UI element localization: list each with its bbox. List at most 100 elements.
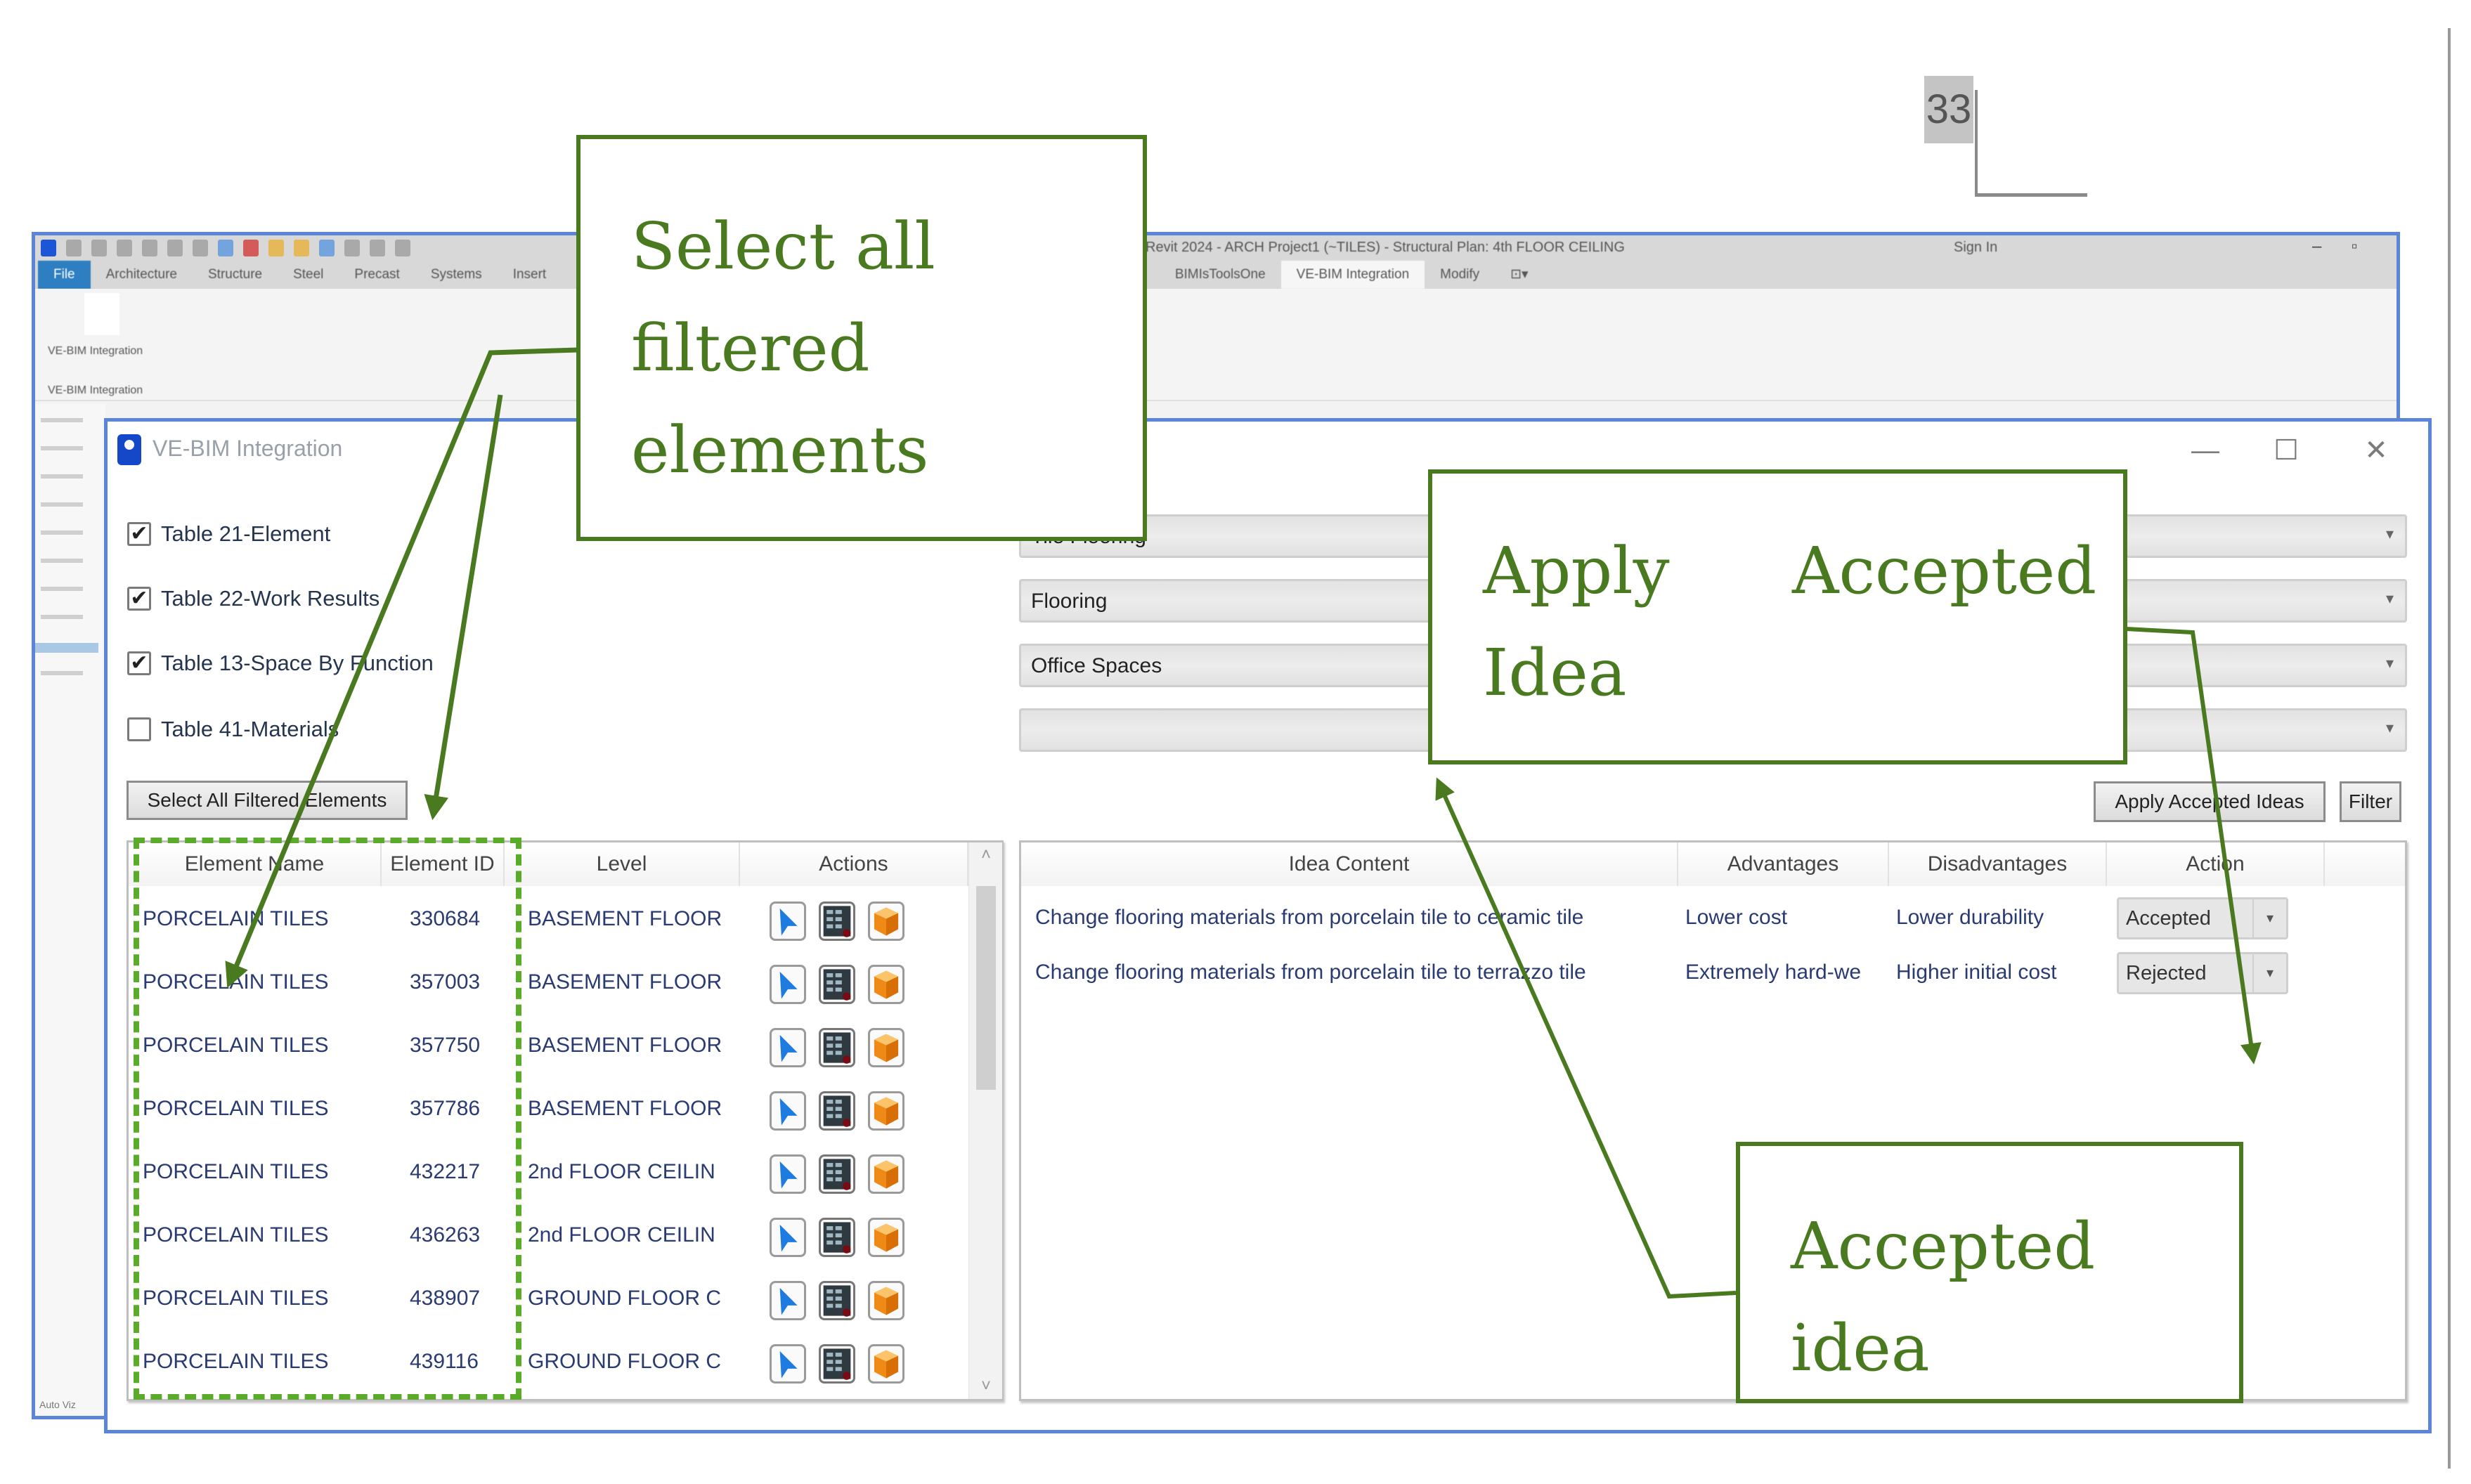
schedule-icon[interactable] (819, 1344, 855, 1384)
selected-view[interactable] (35, 643, 98, 653)
idea-row[interactable]: Change flooring materials from porcelain… (1021, 945, 2406, 1000)
checkbox[interactable] (127, 717, 151, 741)
select-element-icon[interactable] (770, 1028, 806, 1067)
3d-icon[interactable] (294, 240, 309, 256)
tab-systems[interactable]: Systems (415, 261, 498, 289)
3d-view-icon[interactable] (868, 1028, 904, 1067)
align-icon[interactable] (319, 240, 335, 256)
3d-view-icon[interactable] (868, 902, 904, 941)
tab-bimistools[interactable]: BIMIsToolsOne (1160, 261, 1281, 289)
filter-table-21[interactable]: ✔ Table 21-Element (127, 521, 330, 547)
select-element-icon[interactable] (770, 1218, 806, 1257)
schedule-icon[interactable] (819, 1281, 855, 1320)
3d-view-icon[interactable] (868, 965, 904, 1004)
callout-text: idea (1791, 1310, 1930, 1386)
3d-view-icon[interactable] (868, 1218, 904, 1257)
column-header[interactable]: Disadvantages (1889, 842, 2107, 886)
check-icon: ✔ (130, 587, 148, 610)
undo-icon[interactable] (91, 240, 107, 256)
close-button[interactable]: ✕ (2355, 433, 2397, 468)
3d-view-icon[interactable] (868, 1281, 904, 1320)
select-element-icon[interactable] (770, 1091, 806, 1131)
checkbox[interactable]: ✔ (127, 522, 151, 546)
select-element-icon[interactable] (770, 902, 806, 941)
scrollbar[interactable]: ˄ ˅ (968, 842, 1002, 1399)
column-header[interactable]: Level (505, 842, 740, 886)
scroll-down-icon[interactable]: ˅ (969, 1376, 1003, 1396)
measure-icon[interactable] (218, 240, 233, 256)
open-icon[interactable] (66, 240, 82, 256)
filter-button[interactable]: Filter (2340, 781, 2401, 822)
text-icon[interactable] (370, 240, 385, 256)
tab-insert[interactable]: Insert (498, 261, 562, 289)
checkbox-label: Table 13-Space By Function (161, 651, 434, 675)
select-element-icon[interactable] (770, 1154, 806, 1194)
select-element-icon[interactable] (770, 965, 806, 1004)
schedule-icon[interactable] (819, 1154, 855, 1194)
filter-table-22[interactable]: ✔ Table 22-Work Results (127, 586, 380, 611)
ribbon-tabs: File Architecture Structure Steel Precas… (35, 261, 2397, 289)
select-all-filtered-button[interactable]: Select All Filtered Elements (127, 781, 408, 820)
filter-table-13[interactable]: ✔ Table 13-Space By Function (127, 651, 434, 676)
column-header[interactable]: Idea Content (1021, 842, 1678, 886)
idea-disadvantages: Higher initial cost (1896, 961, 2057, 984)
filter-table-41[interactable]: Table 41-Materials (127, 717, 339, 742)
tab-more[interactable]: ⊡▾ (1495, 261, 1543, 289)
tab-ve-bim-integration[interactable]: VE-BIM Integration (1280, 261, 1425, 289)
idea-action-select[interactable]: Accepted ▾ (2117, 897, 2288, 939)
tab-architecture[interactable]: Architecture (91, 261, 193, 289)
scroll-thumb[interactable] (976, 886, 996, 1090)
schedule-icon[interactable] (819, 965, 855, 1004)
tab-modify[interactable]: Modify (1425, 261, 1495, 289)
sign-in-link[interactable]: Sign In (1954, 240, 1997, 256)
revit-title-bar: Revit 2024 - ARCH Project1 (~TILES) - St… (35, 235, 2397, 276)
schedule-icon[interactable] (819, 1028, 855, 1067)
callout-select-all: Select all filtered elements (576, 135, 1147, 541)
3d-view-icon[interactable] (868, 1154, 904, 1194)
idea-action-select[interactable]: Rejected ▾ (2117, 952, 2288, 994)
check-icon: ✔ (130, 522, 148, 545)
sync-icon[interactable] (142, 240, 157, 256)
filtered-elements-highlight (134, 838, 521, 1400)
quick-access-toolbar (41, 238, 410, 258)
settings-icon[interactable] (395, 240, 410, 256)
schedule-icon[interactable] (819, 1091, 855, 1131)
apply-accepted-ideas-button[interactable]: Apply Accepted Ideas (2094, 781, 2326, 822)
tab-structure[interactable]: Structure (193, 261, 278, 289)
chevron-down-icon: ▾ (2385, 719, 2394, 736)
3d-view-icon[interactable] (868, 1091, 904, 1131)
tag-icon[interactable] (243, 240, 259, 256)
idea-row[interactable]: Change flooring materials from porcelain… (1021, 890, 2406, 945)
schedule-icon[interactable] (819, 1218, 855, 1257)
callout-text: Accepted (1792, 533, 2097, 608)
tab-file[interactable]: File (38, 261, 91, 289)
tab-precast[interactable]: Precast (339, 261, 415, 289)
checkbox[interactable]: ✔ (127, 651, 151, 675)
app-icon (117, 434, 141, 465)
select-element-icon[interactable] (770, 1344, 806, 1384)
tab-steel[interactable]: Steel (278, 261, 339, 289)
dialog-title: VE-BIM Integration (153, 436, 343, 461)
idea-content: Change flooring materials from porcelain… (1035, 961, 1586, 984)
save-icon[interactable] (117, 240, 132, 256)
select-element-icon[interactable] (770, 1281, 806, 1320)
section-icon[interactable] (268, 240, 284, 256)
column-header[interactable]: Advantages (1678, 842, 1889, 886)
dimension-icon[interactable] (344, 240, 360, 256)
idea-advantages: Lower cost (1685, 906, 1788, 929)
checkbox[interactable]: ✔ (127, 587, 151, 611)
revit-logo-icon[interactable] (41, 240, 56, 256)
3d-view-icon[interactable] (868, 1344, 904, 1384)
page-edge (2448, 28, 2451, 1469)
ve-bim-ribbon-button[interactable] (84, 293, 119, 335)
schedule-icon[interactable] (819, 902, 855, 941)
column-header[interactable]: Action (2107, 842, 2325, 886)
callout-text: Idea (1483, 635, 1627, 710)
redo-icon[interactable] (167, 240, 183, 256)
chevron-down-icon: ▾ (2385, 525, 2394, 542)
minimize-button[interactable]: — (2184, 433, 2226, 468)
column-header[interactable]: Actions (740, 842, 968, 886)
maximize-button[interactable]: ☐ (2265, 433, 2307, 468)
print-icon[interactable] (193, 240, 208, 256)
scroll-up-icon[interactable]: ˄ (969, 845, 1003, 865)
